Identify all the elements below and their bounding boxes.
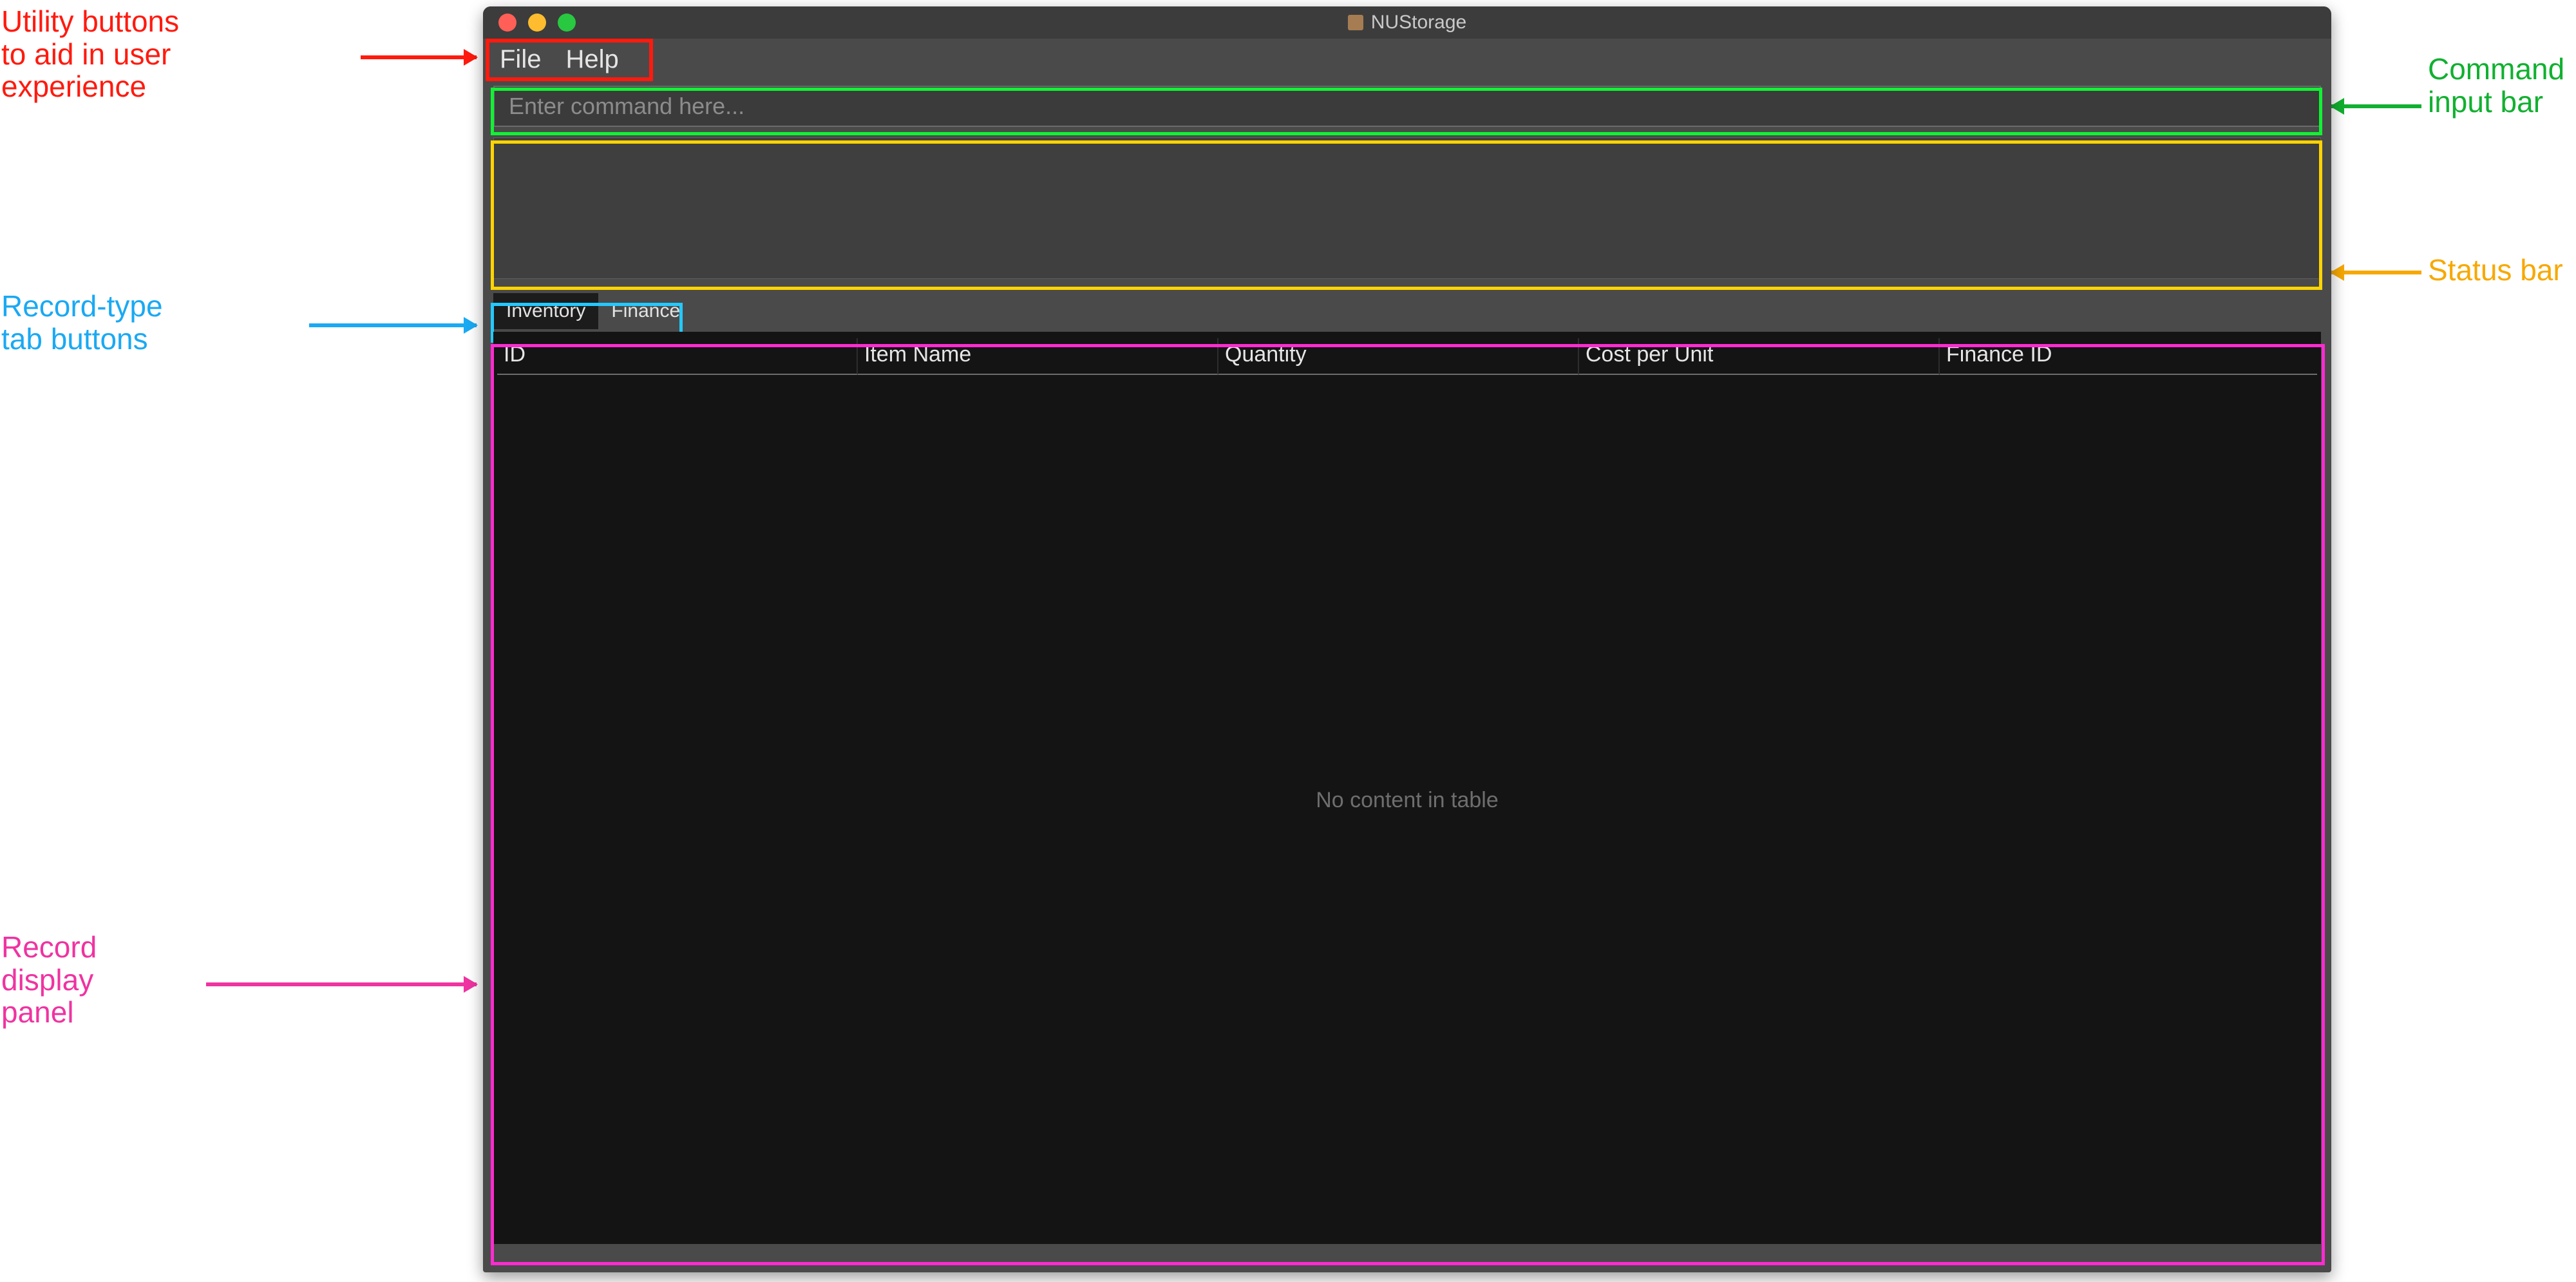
arrow-tabs <box>309 323 477 327</box>
record-display-panel: ID Item Name Quantity Cost per Unit Fina… <box>493 332 2321 1244</box>
annotation-display-line1: Record <box>1 931 97 964</box>
tabs-bar: Inventory Finance <box>493 293 2321 329</box>
col-quantity[interactable]: Quantity <box>1218 338 1579 375</box>
annotation-display-line2: display <box>1 964 97 997</box>
arrow-status <box>2331 271 2421 274</box>
window-title: NUStorage <box>483 12 2331 33</box>
tab-finance[interactable]: Finance <box>598 293 693 329</box>
annotation-display-line3: panel <box>1 996 97 1029</box>
menu-help[interactable]: Help <box>555 43 629 77</box>
titlebar: NUStorage <box>483 6 2331 39</box>
annotation-utility-line2: to aid in user <box>1 38 179 71</box>
annotation-utility-line3: experience <box>1 70 179 103</box>
app-icon <box>1348 15 1363 30</box>
annotation-command-line1: Command <box>2428 53 2564 86</box>
arrow-command <box>2331 104 2421 108</box>
app-window: NUStorage File Help Inventory Finance ID… <box>483 6 2331 1272</box>
tab-inventory[interactable]: Inventory <box>493 293 598 329</box>
annotation-status: Status bar <box>2428 254 2563 287</box>
table-empty-message: No content in table <box>493 788 2321 813</box>
col-id[interactable]: ID <box>497 338 858 375</box>
window-title-text: NUStorage <box>1371 12 1466 33</box>
command-input[interactable] <box>493 86 2321 127</box>
arrow-utility <box>361 55 477 59</box>
col-cost-per-unit[interactable]: Cost per Unit <box>1579 338 1940 375</box>
col-finance-id[interactable]: Finance ID <box>1940 338 2317 375</box>
annotation-tabs-line1: Record-type <box>1 290 163 323</box>
status-box <box>493 137 2321 279</box>
annotation-command-line2: input bar <box>2428 86 2564 119</box>
menu-file[interactable]: File <box>489 43 551 77</box>
arrow-display <box>206 982 477 986</box>
col-item-name[interactable]: Item Name <box>858 338 1218 375</box>
annotation-tabs-line2: tab buttons <box>1 323 163 356</box>
table-header-row: ID Item Name Quantity Cost per Unit Fina… <box>493 332 2321 375</box>
menu-bar: File Help <box>483 39 2331 83</box>
annotation-utility-line1: Utility buttons <box>1 5 179 38</box>
